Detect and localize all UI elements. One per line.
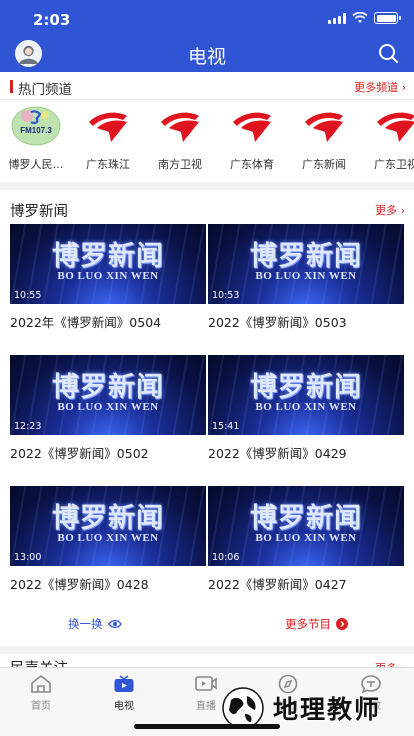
status-icons [328,12,401,24]
home-indicator[interactable] [134,724,280,729]
page-title: 电视 [187,46,226,68]
fm-logo-icon: FM107.3 [11,106,61,146]
fm-logo-text: FM107.3 [20,126,52,135]
more-channels-link[interactable]: 更多频道 › [354,79,406,95]
channel-list: FM107.3 博罗人民… 广东珠江 南方卫视 广东体育 广东新闻 广东卫视 [0,106,414,176]
video-title[interactable]: 2022《博罗新闻》0429 [208,443,404,462]
thumbnail-subtitle: BO LUO XIN WEN [255,532,357,544]
channel-item[interactable]: 广东新闻 [288,106,360,172]
tab-label: 电视 [114,701,134,712]
thumbnail-title: 博罗新闻 [250,503,362,534]
tab-label: 直播 [196,701,216,712]
refresh-button[interactable]: 换一换 [68,616,122,632]
gdtv-logo-icon [233,112,271,142]
channel-name: 博罗人民… [8,158,64,171]
video-duration: 12:23 [14,421,42,432]
channel-name: 广东新闻 [302,158,346,171]
battery-icon [374,12,401,24]
news-section: 博罗新闻 更多 › 博罗新闻 BO LUO XIN WEN 10:55 2022… [0,190,414,646]
tab-tv[interactable]: 电视 [94,674,154,712]
channel-item[interactable]: FM107.3 博罗人民… [0,106,72,172]
chevron-right-icon [336,618,348,630]
thumbnail-subtitle: BO LUO XIN WEN [255,270,357,282]
more-programs-button[interactable]: 更多节目 [285,616,348,632]
signal-icon [328,12,346,24]
video-duration: 10:55 [14,290,42,301]
thumbnail-title: 博罗新闻 [250,241,362,272]
thumbnail-subtitle: BO LUO XIN WEN [57,532,159,544]
video-thumbnail[interactable]: 博罗新闻 BO LUO XIN WEN 10:53 [208,224,404,304]
status-time: 2:03 [33,11,71,29]
thumbnail-subtitle: BO LUO XIN WEN [255,401,357,413]
video-title[interactable]: 2022《博罗新闻》0502 [10,443,206,462]
news-title: 博罗新闻 [10,204,68,220]
gdtv-logo-icon [377,112,414,142]
channel-item[interactable]: 广东珠江 [72,106,144,172]
video-card[interactable]: 博罗新闻 BO LUO XIN WEN 12:23 2022《博罗新闻》0502 [10,355,206,462]
news-actions: 换一换 更多节目 [0,610,414,640]
video-card[interactable]: 博罗新闻 BO LUO XIN WEN 10:55 2022年《博罗新闻》050… [10,224,206,331]
search-icon[interactable] [377,42,399,64]
thumbnail-title: 博罗新闻 [250,372,362,403]
tab-home[interactable]: 首页 [11,674,71,712]
gdtv-logo-icon [161,112,199,142]
channel-name: 广东体育 [230,158,274,171]
channel-item[interactable]: 广东体育 [216,106,288,172]
news-header: 博罗新闻 更多 › [0,190,414,224]
video-title[interactable]: 2022《博罗新闻》0427 [208,574,404,593]
video-duration: 13:00 [14,552,42,563]
thumbnail-subtitle: BO LUO XIN WEN [57,401,159,413]
hot-channels-title: 热门频道 [18,82,72,98]
video-title[interactable]: 2022《博罗新闻》0503 [208,312,404,331]
channel-item[interactable]: 南方卫视 [144,106,216,172]
video-thumbnail[interactable]: 博罗新闻 BO LUO XIN WEN 13:00 [10,486,206,566]
news-more-link[interactable]: 更多 › [375,202,405,218]
channel-name: 南方卫视 [158,158,202,171]
live-icon [195,676,217,691]
top-bar: 2:03 电视 [0,0,414,72]
thumbnail-title: 博罗新闻 [52,241,164,272]
channel-item[interactable]: 广东卫视 [360,106,414,172]
video-thumbnail[interactable]: 博罗新闻 BO LUO XIN WEN 10:55 [10,224,206,304]
video-thumbnail[interactable]: 博罗新闻 BO LUO XIN WEN 10:06 [208,486,404,566]
video-card[interactable]: 博罗新闻 BO LUO XIN WEN 15:41 2022《博罗新闻》0429 [208,355,404,462]
video-card[interactable]: 博罗新闻 BO LUO XIN WEN 10:06 2022《博罗新闻》0427 [208,486,404,593]
video-duration: 10:53 [212,290,240,301]
channel-name: 广东卫视 [374,158,414,171]
thumbnail-title: 博罗新闻 [52,372,164,403]
tab-label: 首页 [31,701,51,712]
eye-icon [107,619,122,629]
video-duration: 15:41 [212,421,240,432]
video-card[interactable]: 博罗新闻 BO LUO XIN WEN 10:53 2022《博罗新闻》0503 [208,224,404,331]
wifi-icon [352,12,368,23]
channel-name: 广东珠江 [86,158,130,171]
video-title[interactable]: 2022《博罗新闻》0428 [10,574,206,593]
video-card[interactable]: 博罗新闻 BO LUO XIN WEN 13:00 2022《博罗新闻》0428 [10,486,206,593]
gdtv-logo-icon [305,112,343,142]
watermark-text: 地理教师 [273,695,382,724]
refresh-label: 换一换 [68,617,103,631]
home-icon [31,675,51,693]
gdtv-logo-icon [89,112,127,142]
video-thumbnail[interactable]: 博罗新闻 BO LUO XIN WEN 15:41 [208,355,404,435]
tv-icon [114,675,134,692]
hot-channels-header: 热门频道 更多频道 › [0,72,414,100]
thumbnail-subtitle: BO LUO XIN WEN [57,270,159,282]
thumbnail-title: 博罗新闻 [52,503,164,534]
hot-channels-section: 热门频道 更多频道 › FM107.3 博罗人民… 广东珠江 南方卫视 广东体育 [0,72,414,182]
more-programs-label: 更多节目 [285,617,331,631]
section-marker [10,80,13,93]
video-title[interactable]: 2022年《博罗新闻》0504 [10,312,206,331]
video-thumbnail[interactable]: 博罗新闻 BO LUO XIN WEN 12:23 [10,355,206,435]
video-duration: 10:06 [212,552,240,563]
